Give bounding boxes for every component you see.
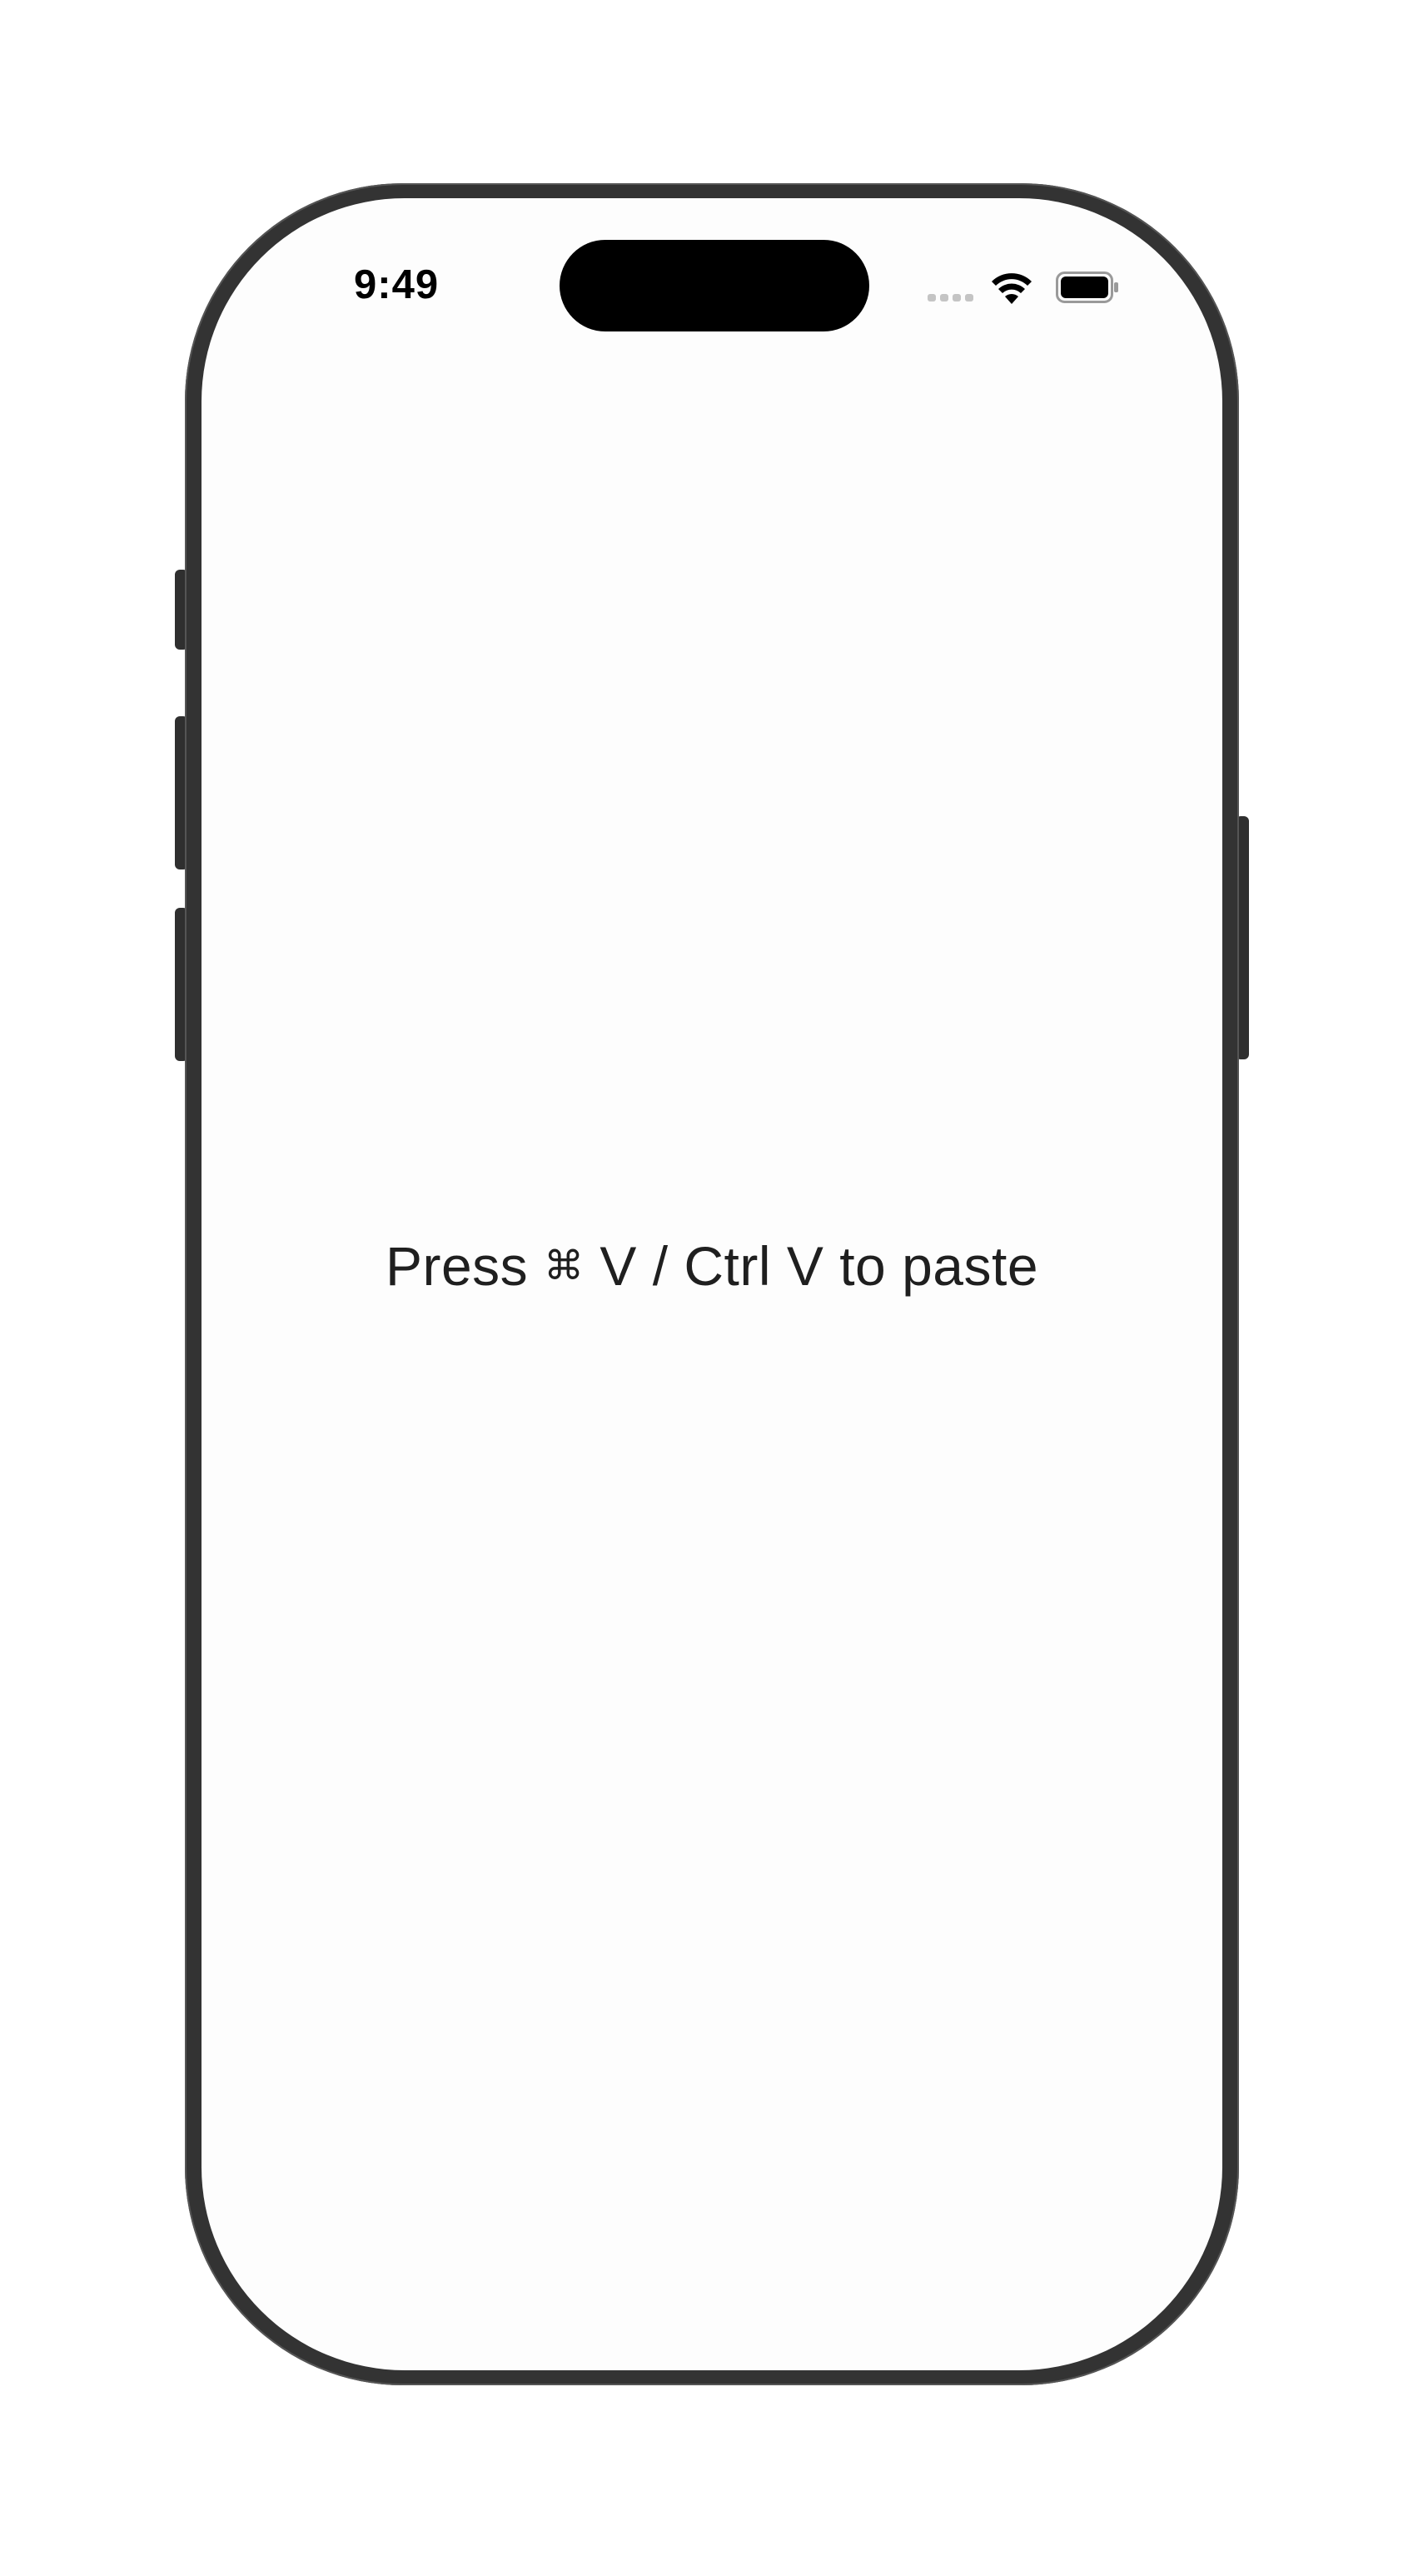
status-time: 9:49 — [354, 262, 440, 307]
paste-hint-prefix: Press — [385, 1235, 529, 1297]
phone-screen: 9:49 Press ⌘ V / Ctrl V to paste — [201, 198, 1222, 2370]
wifi-icon — [992, 273, 1032, 304]
battery-icon — [1056, 272, 1118, 303]
paste-hint-text: Press ⌘ V / Ctrl V to paste — [201, 1234, 1222, 1298]
command-key-icon: ⌘ — [544, 1243, 585, 1289]
paste-hint-suffix: V / Ctrl V to paste — [600, 1235, 1039, 1297]
cellular-signal-icon — [928, 294, 973, 301]
dynamic-island — [560, 240, 869, 331]
